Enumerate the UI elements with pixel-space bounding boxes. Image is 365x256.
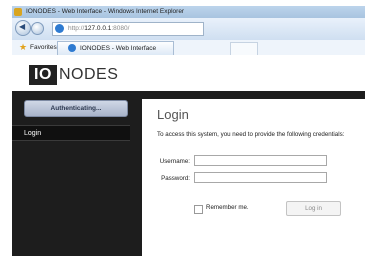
login-panel: Login To access this system, you need to… <box>142 99 365 256</box>
username-label: Username: <box>159 158 190 165</box>
app-area: Authenticating... Login Login To access … <box>12 91 365 256</box>
browser-navbar: ◀ http://127.0.0.1:8080/ <box>12 18 365 40</box>
remember-me-checkbox[interactable] <box>194 205 203 214</box>
username-field[interactable] <box>194 155 327 166</box>
back-button[interactable]: ◀ <box>15 20 31 36</box>
remember-me-label[interactable]: Remember me. <box>206 204 249 211</box>
password-label: Password: <box>161 175 190 182</box>
window-title: IONODES - Web Interface - Windows Intern… <box>26 8 185 15</box>
address-port: :8080/ <box>111 25 130 32</box>
logo-text: NODES <box>59 66 119 83</box>
address-host: 127.0.0.1 <box>84 25 112 32</box>
login-button[interactable]: Log in <box>286 201 341 216</box>
favorites-bar: ★ Favorites IONODES - Web Interface <box>12 40 365 56</box>
authenticating-status-button[interactable]: Authenticating... <box>24 100 128 117</box>
favorites-button[interactable]: Favorites <box>30 40 57 55</box>
ie-app-icon <box>14 8 22 16</box>
new-tab-button[interactable] <box>230 42 258 56</box>
back-arrow-icon: ◀ <box>19 22 26 31</box>
page-title: Login <box>157 107 189 122</box>
browser-window: IONODES - Web Interface - Windows Intern… <box>0 0 365 256</box>
window-titlebar: IONODES - Web Interface - Windows Intern… <box>12 6 365 18</box>
address-prefix: http:// <box>68 25 85 32</box>
browser-tab[interactable]: IONODES - Web Interface <box>57 41 174 55</box>
forward-button[interactable] <box>31 22 44 35</box>
address-text: http://127.0.0.1:8080/ <box>68 23 129 35</box>
ie-tab-icon <box>68 44 76 52</box>
address-bar[interactable]: http://127.0.0.1:8080/ <box>52 22 204 36</box>
page-header: IO NODES <box>12 55 365 91</box>
favorites-star-icon[interactable]: ★ <box>19 42 27 53</box>
ie-page-icon <box>55 24 64 33</box>
password-field[interactable] <box>194 172 327 183</box>
logo-io-block: IO <box>29 65 57 85</box>
tab-title: IONODES - Web Interface <box>80 45 157 52</box>
sidebar-item-login[interactable]: Login <box>12 125 130 141</box>
login-description: To access this system, you need to provi… <box>157 131 345 138</box>
